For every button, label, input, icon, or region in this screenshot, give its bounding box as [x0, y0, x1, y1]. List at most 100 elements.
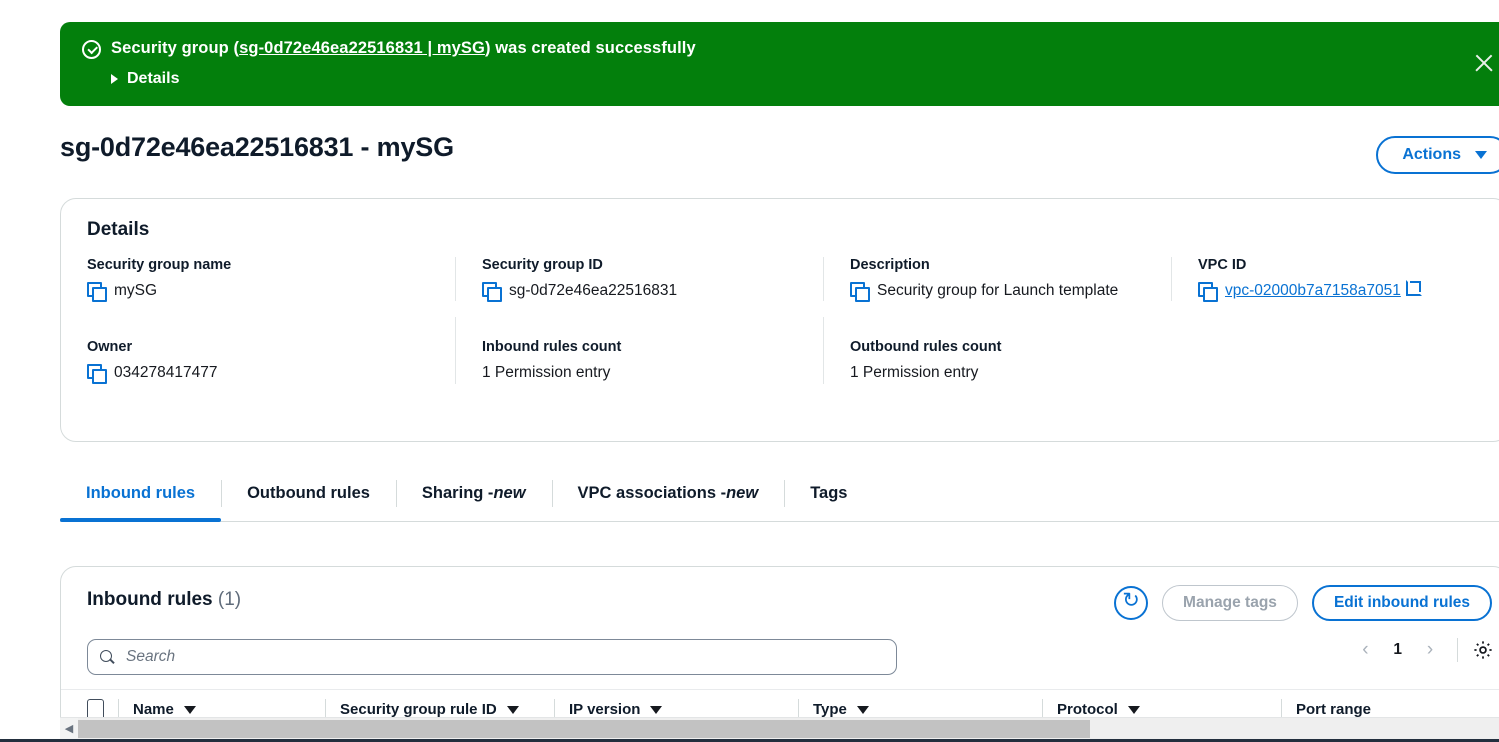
flash-details-toggle[interactable]: Details — [111, 70, 1481, 88]
column-label: IP version — [569, 701, 641, 718]
external-link-icon[interactable] — [1405, 280, 1422, 296]
pagination-prev-button[interactable]: ‹ — [1352, 635, 1378, 665]
flash-message: Security group (sg-0d72e46ea22516831 | m… — [111, 38, 696, 59]
horizontal-scrollbar[interactable]: ◀ — [60, 717, 1499, 740]
flash-message-prefix: Security group ( — [111, 39, 240, 57]
search-box[interactable] — [87, 639, 897, 675]
inbound-rules-search-row: ‹ 1 › — [61, 638, 1499, 675]
tab-vpc-associations[interactable]: VPC associations - new — [551, 466, 785, 521]
sort-descending-icon[interactable] — [1127, 705, 1140, 714]
details-card: Details Security group name mySG Securit… — [60, 198, 1499, 442]
tab-label: Sharing - — [421, 484, 494, 502]
pagination-next-button[interactable]: › — [1417, 635, 1443, 665]
manage-tags-label: Manage tags — [1183, 594, 1277, 611]
success-flash-banner: Security group (sg-0d72e46ea22516831 | m… — [60, 22, 1499, 106]
detail-value-wrap: sg-0d72e46ea22516831 — [482, 280, 801, 302]
search-input[interactable] — [124, 647, 884, 667]
inbound-rules-count: (1) — [217, 589, 242, 610]
detail-value: 034278417477 — [114, 364, 218, 382]
detail-empty-cell — [1171, 317, 1482, 383]
details-grid-row-1: Security group name mySG Security group … — [87, 257, 1482, 302]
scroll-left-arrow-icon[interactable]: ◀ — [60, 722, 78, 735]
detail-description: Description Security group for Launch te… — [823, 257, 1171, 302]
settings-gear-icon[interactable] — [1472, 639, 1494, 661]
details-heading: Details — [87, 219, 150, 240]
vpc-id-link[interactable]: vpc-02000b7a7158a7051 — [1225, 282, 1401, 299]
detail-value-wrap: vpc-02000b7a7158a7051 — [1198, 280, 1460, 302]
tab-tags[interactable]: Tags — [784, 466, 873, 521]
detail-outbound-rules-count: Outbound rules count 1 Permission entry — [823, 317, 1171, 384]
flash-message-row: Security group (sg-0d72e46ea22516831 | m… — [82, 38, 1481, 59]
copy-icon[interactable] — [482, 282, 502, 302]
copy-icon[interactable] — [87, 282, 107, 302]
pagination-current-page: 1 — [1393, 641, 1402, 658]
column-label: Port range — [1296, 701, 1372, 718]
inbound-rules-title-text: Inbound rules — [87, 589, 213, 610]
refresh-icon[interactable] — [1114, 586, 1149, 620]
detail-value-wrap: 1 Permission entry — [482, 362, 801, 383]
detail-value: sg-0d72e46ea22516831 — [509, 282, 678, 299]
inbound-rules-toolbar: Manage tags Edit inbound rules — [1114, 585, 1492, 621]
scrollbar-track[interactable] — [78, 717, 1499, 740]
detail-value-wrap: 034278417477 — [87, 362, 433, 385]
inbound-rules-header: Inbound rules (1) Manage tags Edit inbou… — [61, 567, 1499, 639]
detail-value-wrap: mySG — [87, 280, 433, 302]
actions-button-label: Actions — [1402, 146, 1461, 163]
security-group-detail-page: Security group (sg-0d72e46ea22516831 | m… — [0, 0, 1499, 742]
chevron-right-icon — [111, 74, 118, 85]
manage-tags-button[interactable]: Manage tags — [1162, 585, 1298, 621]
search-icon — [100, 650, 114, 664]
tab-new-badge: new — [726, 484, 759, 502]
inbound-rules-panel: Inbound rules (1) Manage tags Edit inbou… — [60, 566, 1499, 742]
tab-label: Tags — [810, 484, 848, 502]
copy-icon[interactable] — [87, 364, 107, 385]
tab-sharing[interactable]: Sharing - new — [395, 466, 552, 521]
flash-resource-link[interactable]: sg-0d72e46ea22516831 | mySG — [239, 39, 485, 57]
column-label: Protocol — [1057, 701, 1118, 718]
copy-icon[interactable] — [1198, 282, 1218, 302]
detail-label: Security group ID — [482, 257, 603, 273]
detail-value-link-wrap: vpc-02000b7a7158a7051 — [1225, 280, 1422, 301]
page-header: sg-0d72e46ea22516831 - mySG Actions — [0, 132, 1499, 178]
page-title: sg-0d72e46ea22516831 - mySG — [60, 132, 454, 162]
tab-new-badge: new — [493, 484, 526, 502]
detail-label: Description — [850, 257, 930, 273]
copy-icon[interactable] — [850, 282, 870, 302]
sort-descending-icon[interactable] — [183, 705, 196, 714]
detail-owner: Owner 034278417477 — [87, 317, 455, 385]
tab-inbound-rules[interactable]: Inbound rules — [60, 466, 222, 522]
detail-label: Inbound rules count — [482, 339, 622, 356]
tab-outbound-rules[interactable]: Outbound rules — [221, 466, 396, 521]
tab-label: Outbound rules — [247, 484, 370, 502]
flash-details-label: Details — [127, 70, 180, 88]
detail-value-wrap: Security group for Launch template — [850, 280, 1149, 302]
detail-value: Security group for Launch template — [877, 282, 1119, 299]
detail-value-wrap: 1 Permission entry — [850, 362, 1149, 383]
column-label: Name — [133, 701, 174, 718]
tab-label: VPC associations - — [577, 484, 727, 502]
detail-label: Owner — [87, 339, 133, 356]
column-label: Type — [813, 701, 847, 718]
actions-button[interactable]: Actions — [1376, 136, 1499, 174]
detail-tabs: Inbound rules Outbound rules Sharing - n… — [60, 466, 1499, 522]
flash-message-suffix: ) was created successfully — [484, 39, 696, 57]
detail-label: Outbound rules count — [850, 339, 1002, 356]
flash-close-button[interactable] — [1471, 50, 1497, 76]
sort-descending-icon[interactable] — [650, 705, 663, 714]
detail-value: mySG — [114, 282, 158, 299]
detail-inbound-rules-count: Inbound rules count 1 Permission entry — [455, 317, 823, 384]
detail-security-group-name: Security group name mySG — [87, 257, 455, 302]
detail-value: 1 Permission entry — [850, 364, 979, 382]
scrollbar-thumb[interactable] — [78, 719, 1090, 738]
detail-vpc-id: VPC ID vpc-02000b7a7158a7051 — [1171, 257, 1482, 302]
detail-value: 1 Permission entry — [482, 364, 611, 382]
edit-inbound-rules-button[interactable]: Edit inbound rules — [1311, 585, 1492, 621]
detail-label: VPC ID — [1198, 257, 1247, 273]
tab-label: Inbound rules — [86, 484, 196, 502]
column-label: Security group rule ID — [340, 701, 497, 718]
sort-descending-icon[interactable] — [506, 705, 519, 714]
success-check-icon — [82, 40, 101, 59]
sort-descending-icon[interactable] — [856, 705, 869, 714]
detail-security-group-id: Security group ID sg-0d72e46ea22516831 — [455, 257, 823, 302]
edit-inbound-rules-label: Edit inbound rules — [1333, 594, 1470, 611]
